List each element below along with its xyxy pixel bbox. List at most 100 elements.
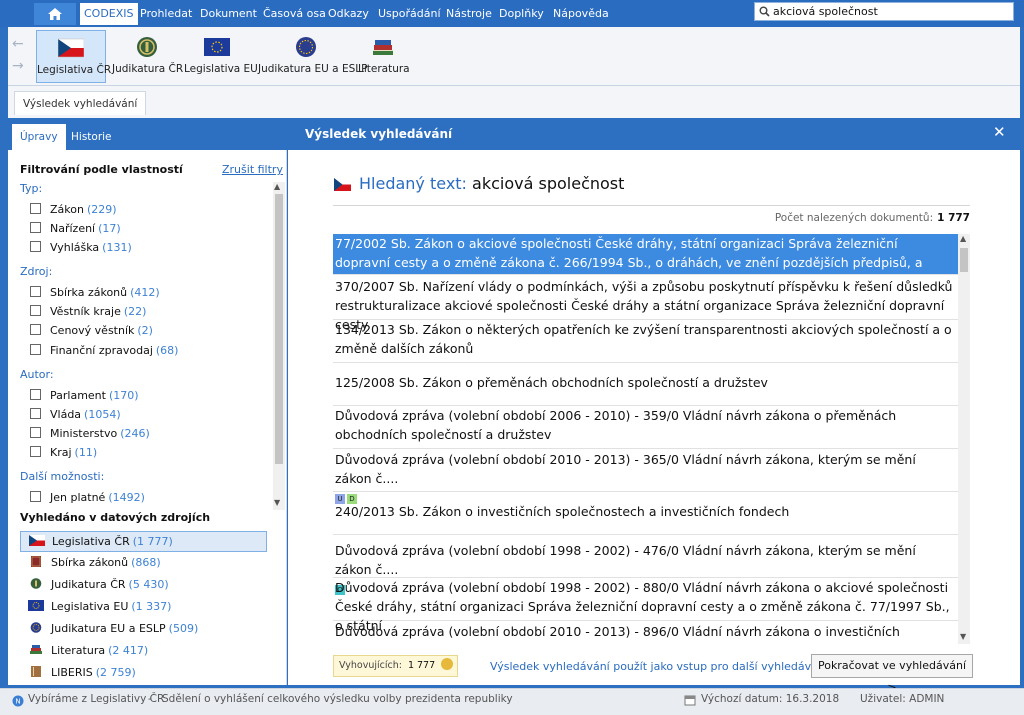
filter-checkbox[interactable]: Věstník kraje (22) [30,305,146,321]
result-count-value: 1 777 [937,212,970,224]
checkbox[interactable] [30,446,41,457]
result-item[interactable]: 240/2013 Sb. Zákon o investičních společ… [333,492,958,535]
source-judikatura-eu[interactable]: Judikatura EU a ESLP (509) [20,619,267,640]
result-item[interactable]: Důvodová zpráva (volební období 2010 - 2… [333,622,958,644]
filter-label: Jen platné [50,491,106,504]
filter-checkbox[interactable]: Zákon (229) [30,203,117,219]
result-text: Důvodová zpráva (volební období 2010 - 2… [335,624,900,644]
filter-checkbox[interactable]: Kraj (11) [30,446,97,462]
filter-count: (170) [108,389,139,402]
menu-codexis[interactable]: CODEXIS [80,3,138,25]
checkbox[interactable] [30,324,41,335]
filter-count: (17) [98,222,121,235]
ribbon-label: Literatura [358,63,410,75]
ribbon-judikatura-eu[interactable]: Judikatura EU a ESLP [258,30,367,83]
filter-checkbox[interactable]: Parlament (170) [30,389,139,405]
eu-court-icon [30,622,42,633]
checkbox[interactable] [30,491,41,502]
result-count-label: Počet nalezených dokumentů: [774,212,934,224]
tab-vysledek-vyhledavani[interactable]: Výsledek vyhledávání [14,91,147,115]
checkbox[interactable] [30,344,41,355]
filter-checkbox[interactable]: Sbírka zákonů (412) [30,286,160,302]
home-button[interactable] [34,3,76,25]
scroll-down-icon[interactable]: ▼ [274,498,280,507]
result-text: Důvodová zpráva (volební období 1998 - 2… [335,543,916,577]
filter-checkbox[interactable]: Finanční zpravodaj (68) [30,344,178,360]
result-item[interactable]: 370/2007 Sb. Nařízení vlády o podmínkách… [333,277,958,332]
menu-doplnky[interactable]: Doplňky [499,3,544,25]
results-scrollbar[interactable]: ▲ ▼ [958,234,970,644]
ribbon-literatura[interactable]: Literatura [358,30,410,83]
source-count: (509) [168,622,199,635]
result-item[interactable]: Důvodová zpráva (volební období 1998 - 2… [333,578,958,633]
scroll-thumb[interactable] [275,194,283,464]
czech-flag-icon [58,38,84,58]
filter-checkbox[interactable]: Nařízení (17) [30,222,121,238]
filter-section-zdroj: Zdroj: [20,265,53,278]
status-news[interactable]: Sdělení o vyhlášení celkového výsledku v… [162,693,513,705]
scroll-thumb[interactable] [960,248,968,272]
status-user: Uživatel: ADMIN [860,693,945,705]
filter-checkbox[interactable]: Jen platné (1492) [30,491,145,507]
source-liberis[interactable]: LIBERIS (2 759) [20,663,267,684]
source-count: (5 430) [128,578,169,591]
menu-dokument[interactable]: Dokument [200,3,257,25]
filter-panel: Filtrování podle vlastností Zrušit filtr… [8,150,287,685]
filter-label: Kraj [50,446,72,459]
checkbox[interactable] [30,203,41,214]
result-item[interactable]: Důvodová zpráva (volební období 2010 - 2… [333,450,958,504]
filter-scrollbar[interactable]: ▲ ▼ [273,182,285,510]
source-count: (1 337) [131,600,172,613]
forward-arrow-icon[interactable]: → [12,55,24,77]
filter-label: Věstník kraje [50,305,121,318]
menu-odkazy[interactable]: Odkazy [328,3,369,25]
clear-filters-link[interactable]: Zrušit filtry [222,163,283,176]
search-input[interactable] [773,4,1009,19]
filter-checkbox[interactable]: Cenový věstník (2) [30,324,153,340]
tab-historie[interactable]: Historie [63,124,120,150]
filter-label: Nařízení [50,222,96,235]
result-item[interactable]: 77/2002 Sb. Zákon o akciové společnosti … [333,234,958,289]
filter-count: (412) [130,286,160,299]
checkbox[interactable] [30,286,41,297]
source-sbirka-zakonu[interactable]: Sbírka zákonů (868) [20,553,267,574]
menu-prohledat[interactable]: Prohledat [140,3,192,25]
source-legislativa-eu[interactable]: Legislativa EU (1 337) [20,597,267,618]
result-item[interactable]: Důvodová zpráva (volební období 1998 - 2… [333,535,958,595]
back-arrow-icon[interactable]: ← [12,33,24,55]
checkbox[interactable] [30,222,41,233]
source-judikatura-cr[interactable]: Judikatura ČR (5 430) [20,575,267,596]
source-literatura[interactable]: Literatura (2 417) [20,641,267,662]
filter-checkbox[interactable]: Vláda (1054) [30,408,121,424]
checkbox[interactable] [30,305,41,316]
menu-nastroje[interactable]: Nástroje [446,3,492,25]
checkbox[interactable] [30,389,41,400]
matching-label: Vyhovujících: [339,660,402,671]
checkbox[interactable] [30,241,41,252]
result-item[interactable]: 134/2013 Sb. Zákon o některých opatřeníc… [333,320,958,363]
checkbox[interactable] [30,427,41,438]
continue-search-button[interactable]: Pokračovat ve vyhledávání > [811,654,973,694]
filter-count: (246) [120,427,150,440]
scroll-up-icon[interactable]: ▲ [274,182,280,191]
result-item[interactable]: Důvodová zpráva (volební období 2006 - 2… [333,406,958,449]
menu-usporadani[interactable]: Uspořádání [378,3,441,25]
tab-upravy[interactable]: Úpravy [12,124,66,150]
checkbox[interactable] [30,408,41,419]
close-icon[interactable]: ✕ [993,123,1006,141]
filter-checkbox[interactable]: Ministerstvo (246) [30,427,150,443]
menu-casova-osa[interactable]: Časová osa [263,3,326,25]
result-item[interactable]: 125/2008 Sb. Zákon o přeměnách obchodníc… [333,363,958,406]
filter-checkbox[interactable]: Vyhláška (131) [30,241,132,257]
news-icon: N [12,695,24,707]
scroll-down-icon[interactable]: ▼ [960,632,966,641]
source-legislativa-cr[interactable]: Legislativa ČR (1 777) [20,531,267,552]
filter-section-dalsi: Další možnosti: [20,470,105,483]
menu-napoveda[interactable]: Nápověda [553,3,609,25]
scroll-up-icon[interactable]: ▲ [960,234,966,243]
filter-label: Ministerstvo [50,427,118,440]
ribbon-legislativa-eu[interactable]: Legislativa EU [184,30,258,83]
info-icon[interactable] [441,658,454,670]
ribbon-judikatura-cr[interactable]: Judikatura ČR [112,30,183,83]
ribbon-legislativa-cr[interactable]: Legislativa ČR [36,30,111,83]
